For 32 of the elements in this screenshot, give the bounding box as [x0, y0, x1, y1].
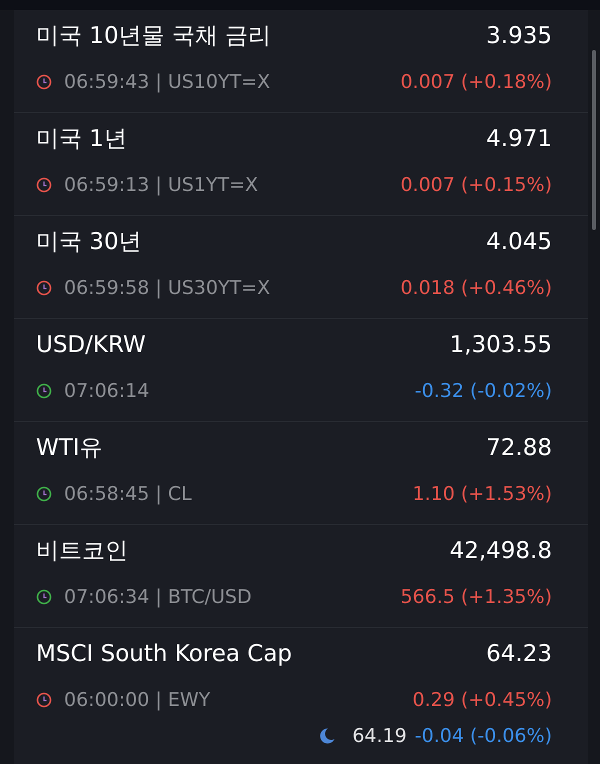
- quote-price: 3.935: [486, 22, 552, 51]
- quote-change: 0.007 (+0.18%): [400, 70, 552, 94]
- quote-change: -0.32 (-0.02%): [414, 378, 552, 404]
- quote-name: 미국 10년물 국채 금리: [36, 22, 272, 51]
- quote-change: 566.5 (+1.35%): [400, 584, 552, 610]
- after-hours-price: 64.19: [352, 724, 407, 749]
- quote-name: USD/KRW: [36, 331, 146, 360]
- quote-name: 미국 30년: [36, 228, 142, 257]
- quote-name: 비트코인: [36, 537, 128, 566]
- quote-name: WTI유: [36, 434, 103, 463]
- quote-time: 06:59:13 | US1YT=X: [64, 172, 258, 198]
- scrollbar[interactable]: [592, 50, 596, 230]
- quote-price: 42,498.8: [450, 537, 552, 566]
- quote-change: 0.018 (+0.46%): [400, 276, 552, 300]
- quote-price: 1,303.55: [450, 331, 552, 360]
- quote-change: 0.007 (+0.15%): [400, 172, 552, 198]
- quote-price: 64.23: [486, 640, 552, 669]
- quote-name: 미국 1년: [36, 125, 127, 154]
- quote-price: 4.045: [486, 228, 552, 257]
- quote-time: 06:58:45 | CL: [64, 482, 192, 506]
- quote-time: 06:59:58 | US30YT=X: [64, 276, 270, 300]
- quote-name: MSCI South Korea Cap: [36, 640, 292, 669]
- quote-time: 06:59:43 | US10YT=X: [64, 70, 270, 94]
- quote-time: 07:06:14: [64, 378, 150, 404]
- quote-price: 4.971: [486, 125, 552, 154]
- moon-icon: [318, 727, 336, 746]
- quote-change: 0.29 (+0.45%): [412, 688, 552, 712]
- quote-time: 07:06:34 | BTC/USD: [64, 584, 252, 610]
- quote-price: 72.88: [486, 434, 552, 463]
- quote-change: 1.10 (+1.53%): [412, 482, 552, 506]
- after-hours-change: -0.04 (-0.06%): [414, 724, 552, 749]
- quote-time: 06:00:00 | EWY: [64, 688, 210, 712]
